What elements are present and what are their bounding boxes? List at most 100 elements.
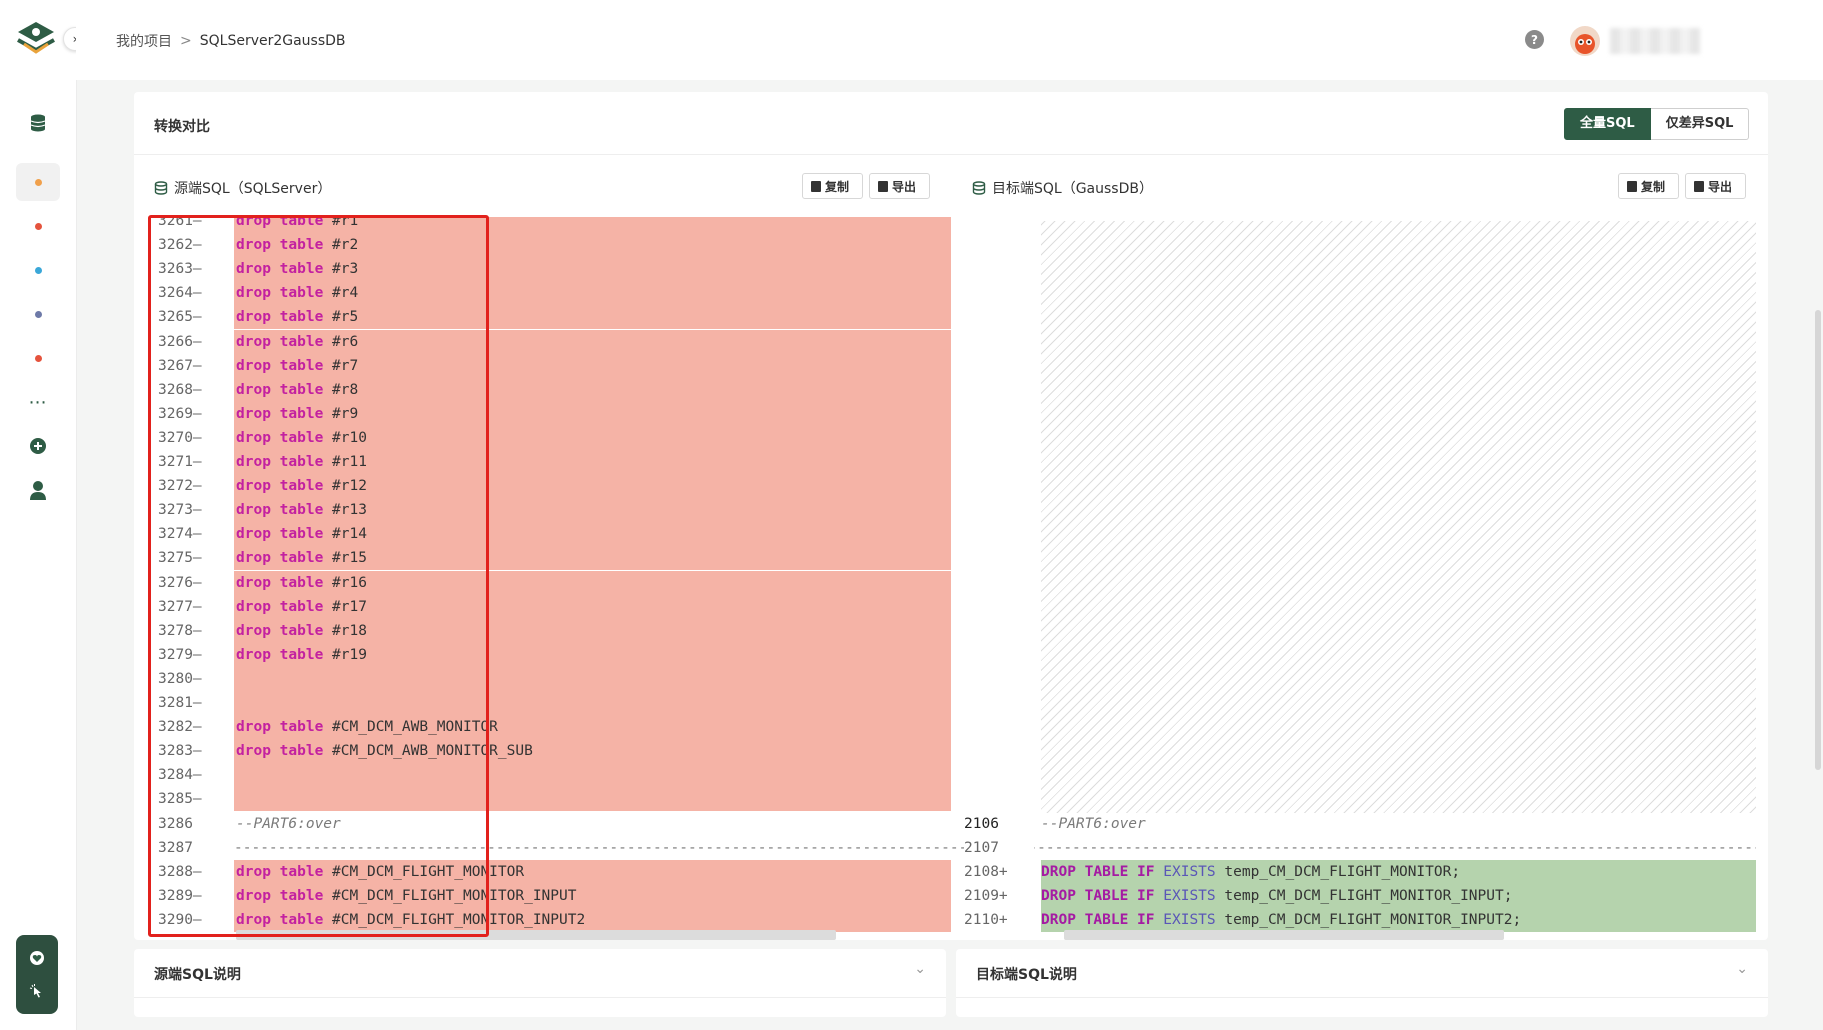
source-code-line <box>234 691 951 715</box>
sidebar: › ⋯ <box>0 0 87 1030</box>
divider <box>956 997 1768 998</box>
keyword: drop <box>236 357 271 374</box>
keyword: table <box>279 261 324 278</box>
source-copy-button[interactable]: 复制 <box>802 173 863 199</box>
diff-code-view[interactable]: 3261— drop table #r1 3262— drop table #r2 32… <box>146 217 1756 937</box>
source-export-button[interactable]: 导出 <box>869 173 930 199</box>
line-number: 3290— <box>158 911 202 928</box>
code-row: 3266— drop table #r6 <box>146 329 1756 354</box>
source-code-line <box>234 787 951 812</box>
chevron-down-icon[interactable]: ⌄ <box>914 961 926 977</box>
code-row: 3281— <box>146 691 1756 715</box>
sidebar-item-project-3[interactable] <box>16 251 60 289</box>
target-description-panel[interactable]: 目标端SQL说明 ⌄ <box>956 949 1768 1017</box>
sidebar-item-add[interactable] <box>16 427 60 465</box>
keyword: EXISTS <box>1163 911 1216 928</box>
source-code-line: drop table #r2 <box>234 233 951 258</box>
target-line-number: 2107 <box>964 835 1034 860</box>
sidebar-item-database[interactable] <box>16 104 60 142</box>
sidebar-item-project-1[interactable] <box>16 163 60 201</box>
keyword: drop <box>236 478 271 495</box>
code-row: 3278— drop table #r18 <box>146 618 1756 643</box>
identifier: #r18 <box>332 622 367 639</box>
code-row: 3275— drop table #r15 <box>146 546 1756 571</box>
page-scrollbar[interactable] <box>1815 310 1821 770</box>
keyword: table <box>279 598 324 615</box>
target-copy-button[interactable]: 复制 <box>1618 173 1679 199</box>
breadcrumb-root[interactable]: 我的项目 <box>116 31 172 51</box>
line-number: 3274— <box>158 526 202 543</box>
keyword: TABLE <box>1084 911 1129 928</box>
keyword: table <box>279 911 324 928</box>
compare-card: 转换对比 全量SQL 仅差异SQL 源端SQL（SQLServer） 复制 导出… <box>134 92 1768 940</box>
export-icon <box>1694 180 1704 192</box>
line-number: 3267— <box>158 357 202 374</box>
keyword: drop <box>236 405 271 422</box>
diff-sql-tab[interactable]: 仅差异SQL <box>1650 108 1750 140</box>
source-description-panel[interactable]: 源端SQL说明 ⌄ <box>134 949 946 1017</box>
identifier: temp_CM_DCM_FLIGHT_MONITOR_INPUT2; <box>1224 911 1522 928</box>
keyword: table <box>279 454 324 470</box>
breadcrumb: 我的项目 > SQLServer2GaussDB <box>116 31 346 51</box>
app-logo[interactable] <box>14 18 58 58</box>
help-icon[interactable]: ? <box>1525 30 1544 49</box>
source-code-line: drop table #CM_DCM_AWB_MONITOR_SUB <box>234 739 951 764</box>
keyword: table <box>279 526 324 543</box>
sidebar-item-project-5[interactable] <box>16 339 60 377</box>
source-code-line: drop table #r4 <box>234 281 951 306</box>
keyword: DROP <box>1041 863 1076 880</box>
identifier: #r5 <box>332 309 359 326</box>
keyword: table <box>279 285 324 302</box>
target-line-number: 2108+ <box>964 863 1008 880</box>
identifier: #r9 <box>332 405 359 422</box>
source-code-line: drop table #CM_DCM_AWB_MONITOR <box>234 715 951 740</box>
keyword: table <box>279 887 324 904</box>
source-code-line: drop table #CM_DCM_FLIGHT_MONITOR <box>234 859 951 884</box>
source-code-line <box>234 763 951 788</box>
card-title: 转换对比 <box>154 119 210 135</box>
heart-badge-icon[interactable] <box>29 950 45 966</box>
target-description-title: 目标端SQL说明 <box>976 967 1077 983</box>
code-row: 3284— <box>146 763 1756 788</box>
keyword: drop <box>236 237 271 254</box>
identifier: #r1 <box>332 217 359 229</box>
chevron-down-icon[interactable]: ⌄ <box>1736 961 1748 977</box>
line-number: 3287 <box>158 839 193 856</box>
avatar[interactable] <box>1570 26 1600 56</box>
identifier: #CM_DCM_AWB_MONITOR_SUB <box>332 743 533 760</box>
click-pointer-icon[interactable] <box>29 983 45 999</box>
keyword: table <box>279 646 324 663</box>
source-code-line: drop table #r19 <box>234 642 951 667</box>
sidebar-item-user[interactable] <box>16 471 60 509</box>
divider <box>134 997 946 998</box>
code-row: 3282— drop table #CM_DCM_AWB_MONITOR <box>146 715 1756 740</box>
source-code-line: drop table #r11 <box>234 450 951 474</box>
add-circle-icon <box>30 438 46 454</box>
keyword: DROP <box>1041 911 1076 928</box>
identifier: #CM_DCM_FLIGHT_MONITOR <box>332 863 525 880</box>
code-row: 3283— drop table #CM_DCM_AWB_MONITOR_SUB <box>146 739 1756 764</box>
sidebar-item-more[interactable]: ⋯ <box>16 383 60 421</box>
source-code-line: drop table #r8 <box>234 377 951 402</box>
sidebar-item-project-4[interactable] <box>16 295 60 333</box>
status-dot-icon <box>34 222 42 230</box>
target-export-button[interactable]: 导出 <box>1685 173 1746 199</box>
target-code-line: DROP TABLE IF EXISTS temp_CM_DCM_FLIGHT_… <box>1041 907 1756 932</box>
status-dot-icon <box>34 310 42 318</box>
full-sql-tab[interactable]: 全量SQL <box>1564 108 1651 140</box>
line-number: 3283— <box>158 743 202 760</box>
copy-icon <box>811 180 821 192</box>
line-number: 3268— <box>158 381 202 398</box>
export-label: 导出 <box>1708 179 1733 194</box>
target-horizontal-scrollbar[interactable] <box>1064 930 1504 940</box>
line-number: 3272— <box>158 478 202 495</box>
identifier: #r19 <box>332 646 367 663</box>
sidebar-item-project-2[interactable] <box>16 207 60 245</box>
code-row: 3290— drop table #CM_DCM_FLIGHT_MONITOR_I… <box>146 907 1756 932</box>
keyword: drop <box>236 333 271 350</box>
identifier: #r11 <box>332 454 367 470</box>
source-code-line: --PART6:over <box>234 812 951 836</box>
line-number: 3275— <box>158 550 202 567</box>
line-number: 3263— <box>158 261 202 278</box>
source-horizontal-scrollbar[interactable] <box>236 930 836 940</box>
